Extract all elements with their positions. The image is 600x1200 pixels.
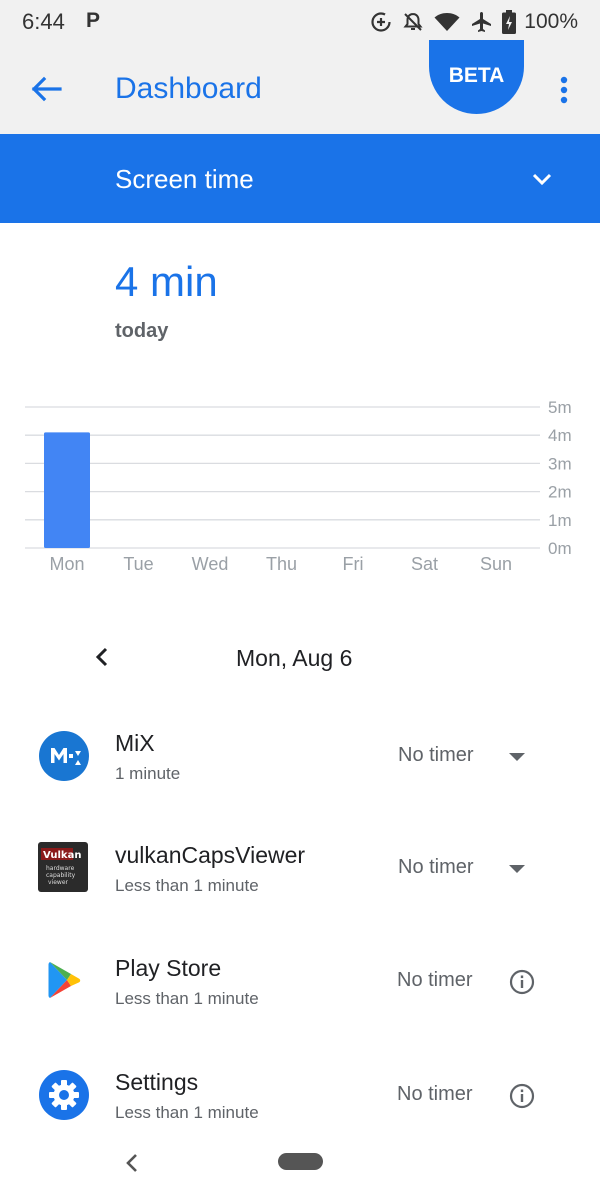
section-title: Screen time [115,164,254,194]
app-usage: 1 minute [115,764,181,783]
airplane-icon [472,12,492,32]
more-vert-icon[interactable] [552,72,576,108]
app-usage: Less than 1 minute [115,989,259,1008]
status-bar: 6:44 P 100% [0,0,600,44]
x-tick-label: Thu [266,554,297,574]
period-label: today [115,320,169,342]
alarm-off-icon [403,12,423,31]
mix-app-icon [39,731,89,781]
dropdown-arrow-icon[interactable] [508,864,526,874]
x-tick-label: Sun [480,554,512,574]
timer-label[interactable]: No timer [397,1083,473,1106]
y-tick-label: 0m [548,539,572,558]
total-screen-time: 4 min [115,258,218,305]
svg-text:viewer: viewer [48,879,69,886]
screen-time-dropdown[interactable]: Screen time [0,134,600,223]
nav-back-icon[interactable] [122,1152,142,1174]
chevron-left-icon[interactable] [88,642,116,672]
date-label-text: Mon, Aug 6 [236,645,353,671]
timer-dropdown[interactable]: No timer [398,744,474,767]
info-icon[interactable] [509,969,535,995]
list-item[interactable]: Play Store Less than 1 minute No timer [0,955,600,1079]
x-tick-label: Wed [192,554,229,574]
settings-gear-app-icon [39,1070,89,1120]
y-tick-label: 2m [548,483,572,502]
arrow-back-icon[interactable] [26,69,66,109]
timer-label[interactable]: No timer [397,969,473,992]
dropdown-arrow-icon[interactable] [508,752,526,762]
list-item[interactable]: MiX 1 minute No timer [0,730,600,854]
home-pill-icon[interactable] [278,1153,323,1170]
svg-text:Vulkan: Vulkan [43,850,81,861]
y-tick-label: 3m [548,454,572,473]
vulkan-caps-viewer-app-icon: Vulkan hardware capability viewer [38,842,88,892]
app-name: Play Store [115,955,222,981]
battery-charging-icon [502,10,517,34]
app-name: MiX [115,730,155,756]
battery-percent: 100% [524,10,578,33]
app-usage: Less than 1 minute [115,1103,259,1122]
status-time: 6:44 [22,9,65,34]
list-item[interactable]: Vulkan hardware capability viewer vulkan… [0,842,600,966]
y-tick-label: 1m [548,511,572,530]
navigation-bar [0,1140,600,1200]
status-icons: 100% [370,8,578,36]
x-tick-label: Sat [411,554,438,574]
svg-text:capability: capability [46,872,76,879]
bar-mon[interactable] [44,432,90,548]
wifi-icon [434,13,460,31]
app-usage: Less than 1 minute [115,876,259,895]
beta-badge: BETA [429,40,524,114]
notification-icon: P [86,9,101,32]
x-tick-label: Fri [343,554,364,574]
app-name: vulkanCapsViewer [115,842,306,868]
play-store-app-icon [48,962,81,998]
y-tick-label: 4m [548,426,572,445]
chevron-down-icon[interactable] [527,164,557,194]
timer-dropdown[interactable]: No timer [398,856,474,879]
page-title: Dashboard [115,72,262,105]
data-saver-icon [371,12,391,32]
app-bar: Dashboard BETA [0,40,600,134]
screen-time-chart: 0m 1m 2m 3m 4m 5m Mon Tue Wed Thu Fri Sat Sun [25,398,572,574]
x-tick-label: Tue [123,554,153,574]
svg-text:hardware: hardware [46,865,75,872]
x-tick-label: Mon [49,554,84,574]
info-icon[interactable] [509,1083,535,1109]
y-tick-label: 5m [548,398,572,417]
app-name: Settings [115,1069,199,1095]
